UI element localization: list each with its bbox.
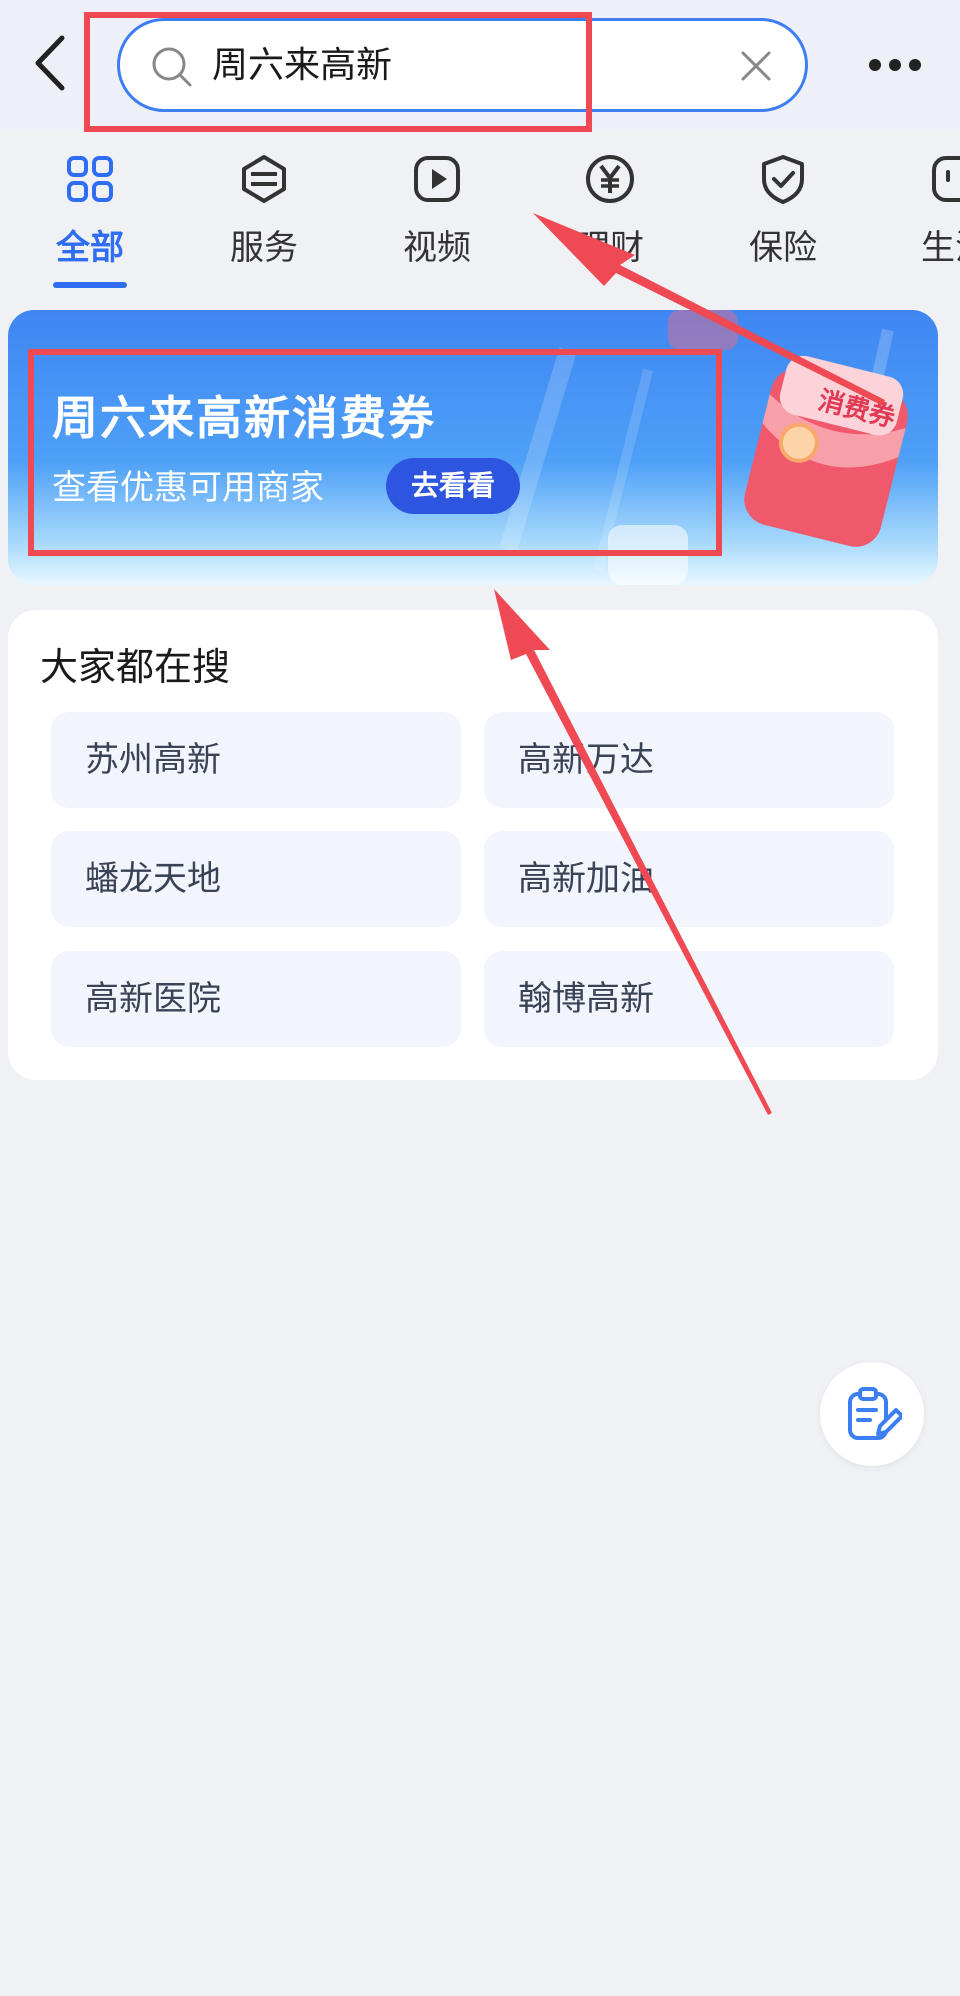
annotation-arrow-upper	[533, 213, 885, 406]
feedback-button[interactable]	[820, 1362, 924, 1466]
annotation-arrow-lower	[494, 589, 772, 1115]
annotation-arrows	[494, 213, 885, 1115]
edit-note-icon	[848, 1387, 902, 1440]
